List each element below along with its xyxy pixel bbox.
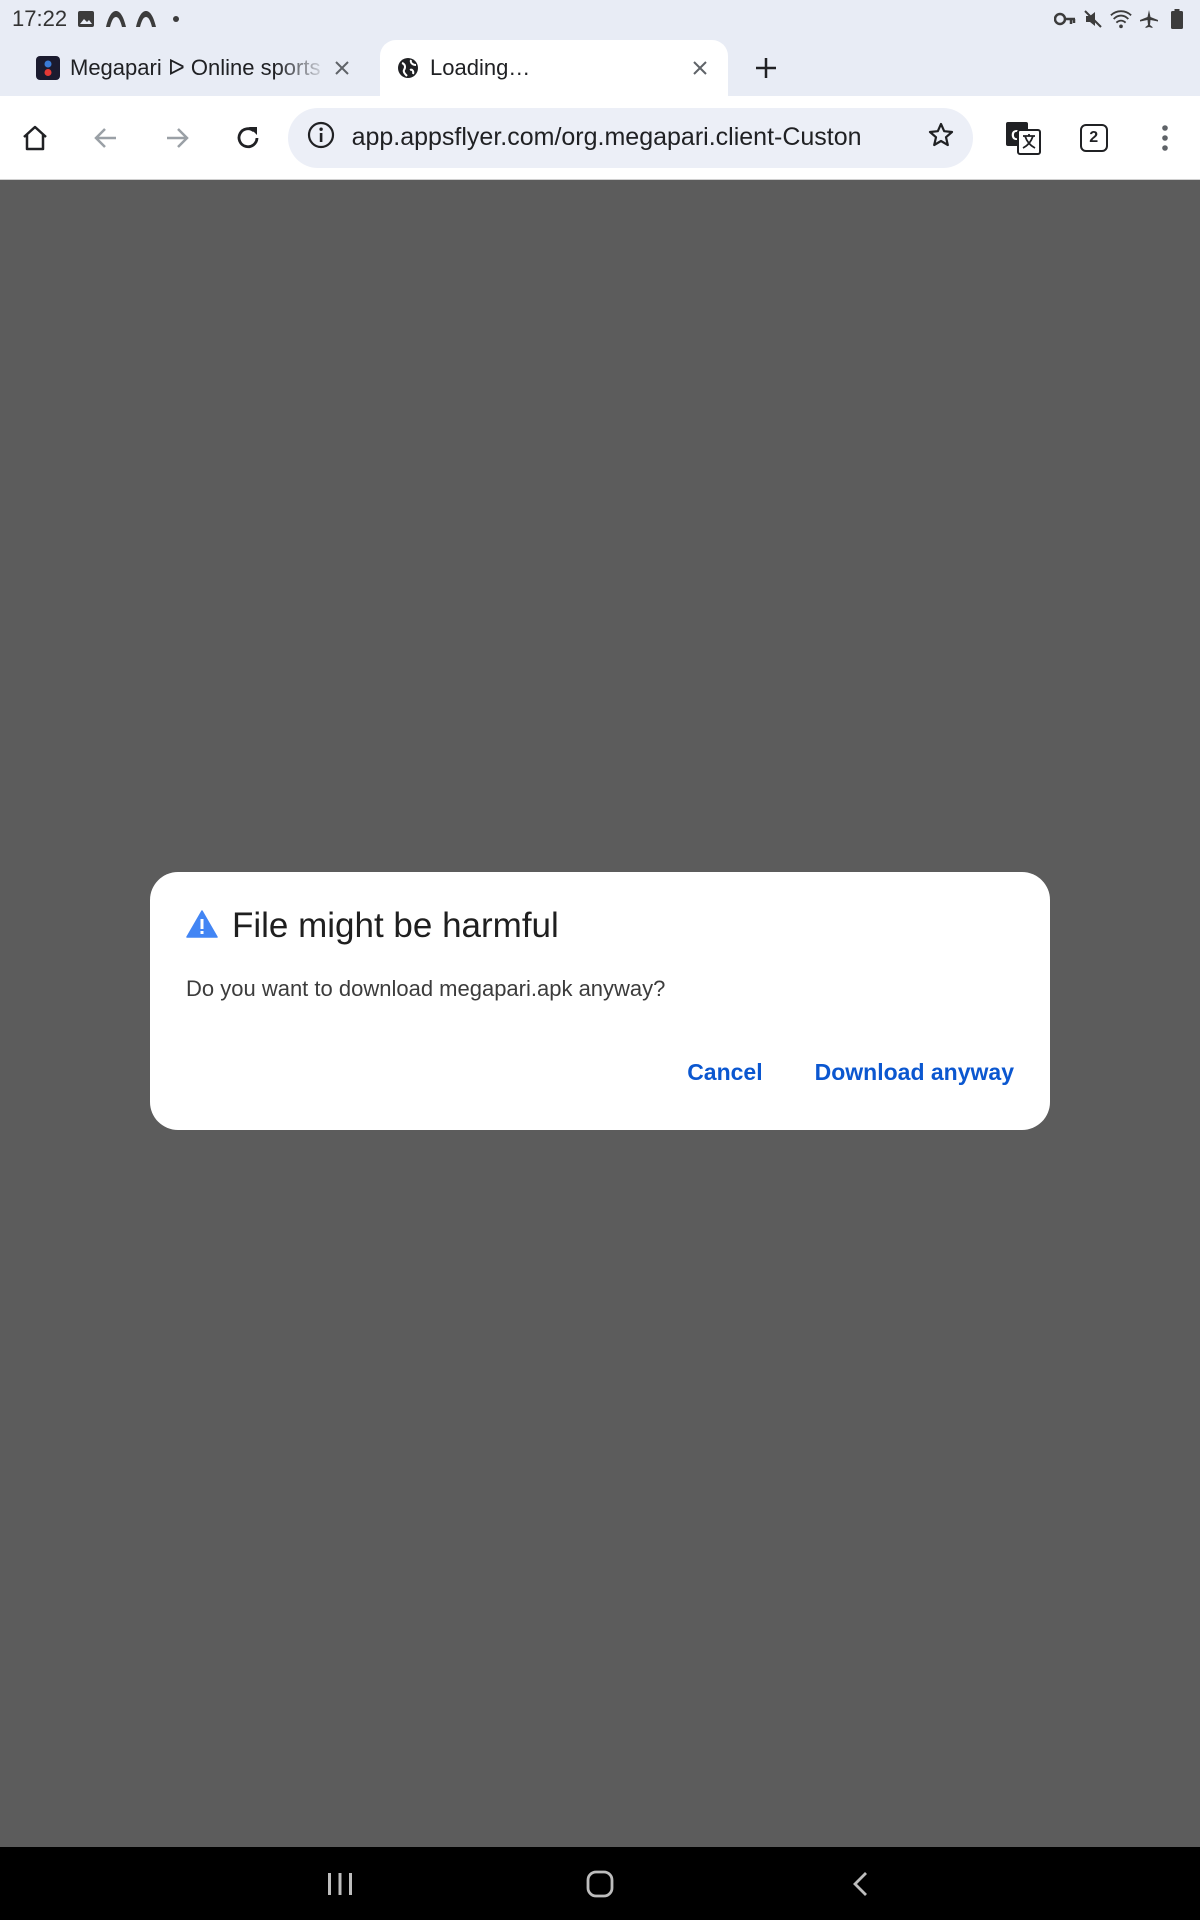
megapari-favicon	[36, 56, 60, 80]
tab-title: Megapari ᐅ Online sports	[70, 55, 321, 80]
plus-icon	[756, 58, 776, 78]
tab-switcher-button[interactable]: 2	[1058, 102, 1129, 174]
url-text[interactable]: app.appsflyer.com/org.megapari.client-Cu…	[352, 123, 916, 152]
close-icon[interactable]	[328, 54, 356, 82]
home-circle-icon	[586, 1870, 614, 1897]
vpn-mountain-icon	[135, 8, 157, 30]
recents-icon	[328, 1872, 352, 1895]
home-icon	[23, 125, 48, 150]
close-icon[interactable]	[686, 54, 714, 82]
info-icon[interactable]	[306, 120, 336, 155]
reload-button[interactable]	[213, 102, 284, 174]
vpn-mountain-icon	[105, 8, 127, 30]
translate-icon: G	[1005, 121, 1041, 155]
status-right	[1054, 8, 1188, 30]
cancel-button[interactable]: Cancel	[687, 1059, 762, 1086]
chevron-left-icon	[853, 1871, 867, 1896]
more-vert-icon	[1161, 124, 1168, 151]
tab-loading[interactable]: Loading…	[380, 40, 728, 96]
airplane-icon	[1138, 8, 1160, 30]
dialog-header: File might be harmful	[186, 906, 1014, 946]
tab-megapari[interactable]: Megapari ᐅ Online sports	[0, 40, 370, 96]
battery-icon	[1166, 8, 1188, 30]
dialog-message: Do you want to download megapari.apk any…	[186, 976, 666, 1001]
arrow-right-icon	[167, 127, 189, 148]
dialog-actions: Cancel Download anyway	[687, 1059, 1014, 1086]
dot-icon	[165, 8, 187, 30]
menu-button[interactable]	[1129, 102, 1200, 174]
tab-count: 2	[1079, 123, 1108, 152]
arrow-left-icon	[94, 127, 117, 148]
download-anyway-button[interactable]: Download anyway	[815, 1059, 1014, 1086]
back-button[interactable]	[71, 102, 142, 174]
status-left: 17:22	[12, 6, 187, 32]
globe-icon	[396, 56, 420, 80]
warning-icon	[186, 909, 218, 943]
wifi-icon	[1110, 8, 1132, 30]
tab-strip: Megapari ᐅ Online sports Loading…	[0, 38, 1200, 96]
mute-icon	[1082, 8, 1104, 30]
back-nav-button[interactable]	[830, 1854, 890, 1914]
harmful-file-dialog: File might be harmful Do you want to dow…	[150, 872, 1050, 1130]
key-icon	[1054, 8, 1076, 30]
tab-title: Loading…	[430, 55, 531, 80]
navigation-bar	[0, 1847, 1200, 1920]
status-time: 17:22	[12, 6, 68, 31]
star-icon[interactable]	[927, 121, 955, 154]
new-tab-button[interactable]	[736, 40, 796, 96]
gallery-icon	[75, 8, 97, 30]
reload-icon	[237, 126, 259, 148]
recents-button[interactable]	[310, 1854, 370, 1914]
translate-button[interactable]: G	[987, 102, 1058, 174]
forward-button[interactable]	[142, 102, 213, 174]
dialog-title: File might be harmful	[232, 906, 559, 945]
omnibox[interactable]: app.appsflyer.com/org.megapari.client-Cu…	[287, 107, 974, 168]
status-bar: 17:22	[0, 0, 1200, 38]
toolbar: app.appsflyer.com/org.megapari.client-Cu…	[0, 96, 1200, 180]
home-button[interactable]	[0, 102, 71, 174]
home-nav-button[interactable]	[570, 1854, 630, 1914]
